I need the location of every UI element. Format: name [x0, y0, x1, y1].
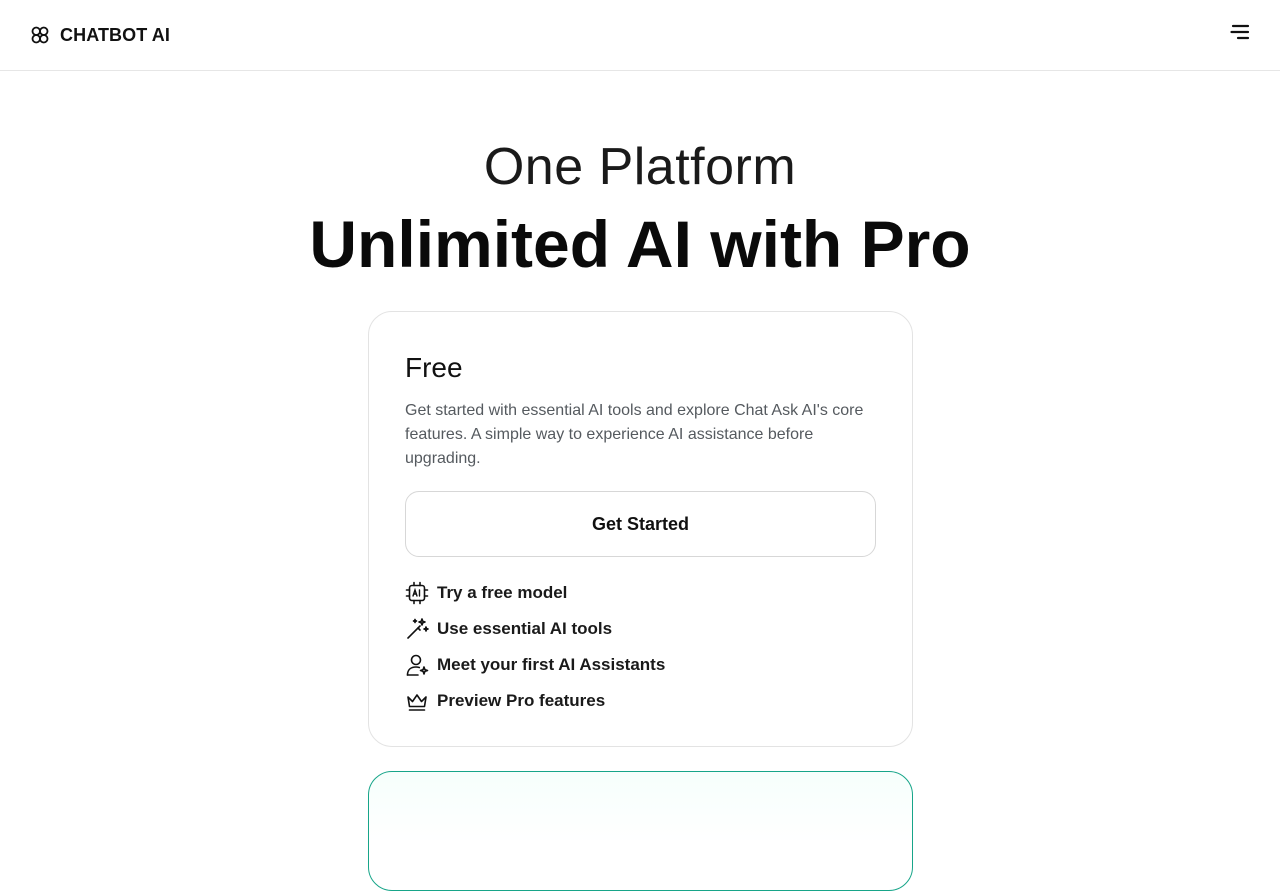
menu-button[interactable] [1228, 20, 1252, 44]
plan-description: Get started with essential AI tools and … [405, 402, 864, 467]
hero-title: Unlimited AI with Pro [309, 207, 971, 281]
magic-wand-icon [405, 617, 429, 641]
ai-chip-icon [405, 581, 429, 605]
hero-subtitle: One Platform [483, 138, 797, 196]
plan-features-list: Try a free model Use essential AI tools [405, 581, 876, 713]
hamburger-menu-icon [1230, 24, 1250, 40]
feature-item: Preview Pro features [405, 689, 876, 713]
knot-logo-icon [31, 26, 49, 44]
user-sparkle-icon [405, 653, 429, 677]
brand-name: CHATBOT AI [60, 24, 170, 45]
hero-section: One Platform Unlimited AI with Pro [0, 136, 1280, 286]
crown-icon [405, 689, 429, 713]
plan-card-pro [368, 771, 913, 891]
plan-title: Free [405, 352, 463, 383]
feature-label: Meet your first AI Assistants [437, 655, 666, 674]
feature-item: Meet your first AI Assistants [405, 653, 876, 677]
get-started-button[interactable]: Get Started [405, 491, 876, 557]
top-navbar: CHATBOT AI [0, 0, 1280, 71]
feature-item: Try a free model [405, 581, 876, 605]
feature-label: Try a free model [437, 583, 568, 602]
plan-card-free: Free Get started with essential AI tools… [368, 311, 913, 747]
feature-label: Use essential AI tools [437, 619, 613, 638]
feature-item: Use essential AI tools [405, 617, 876, 641]
brand-link[interactable]: CHATBOT AI [30, 25, 170, 46]
feature-label: Preview Pro features [437, 691, 606, 710]
